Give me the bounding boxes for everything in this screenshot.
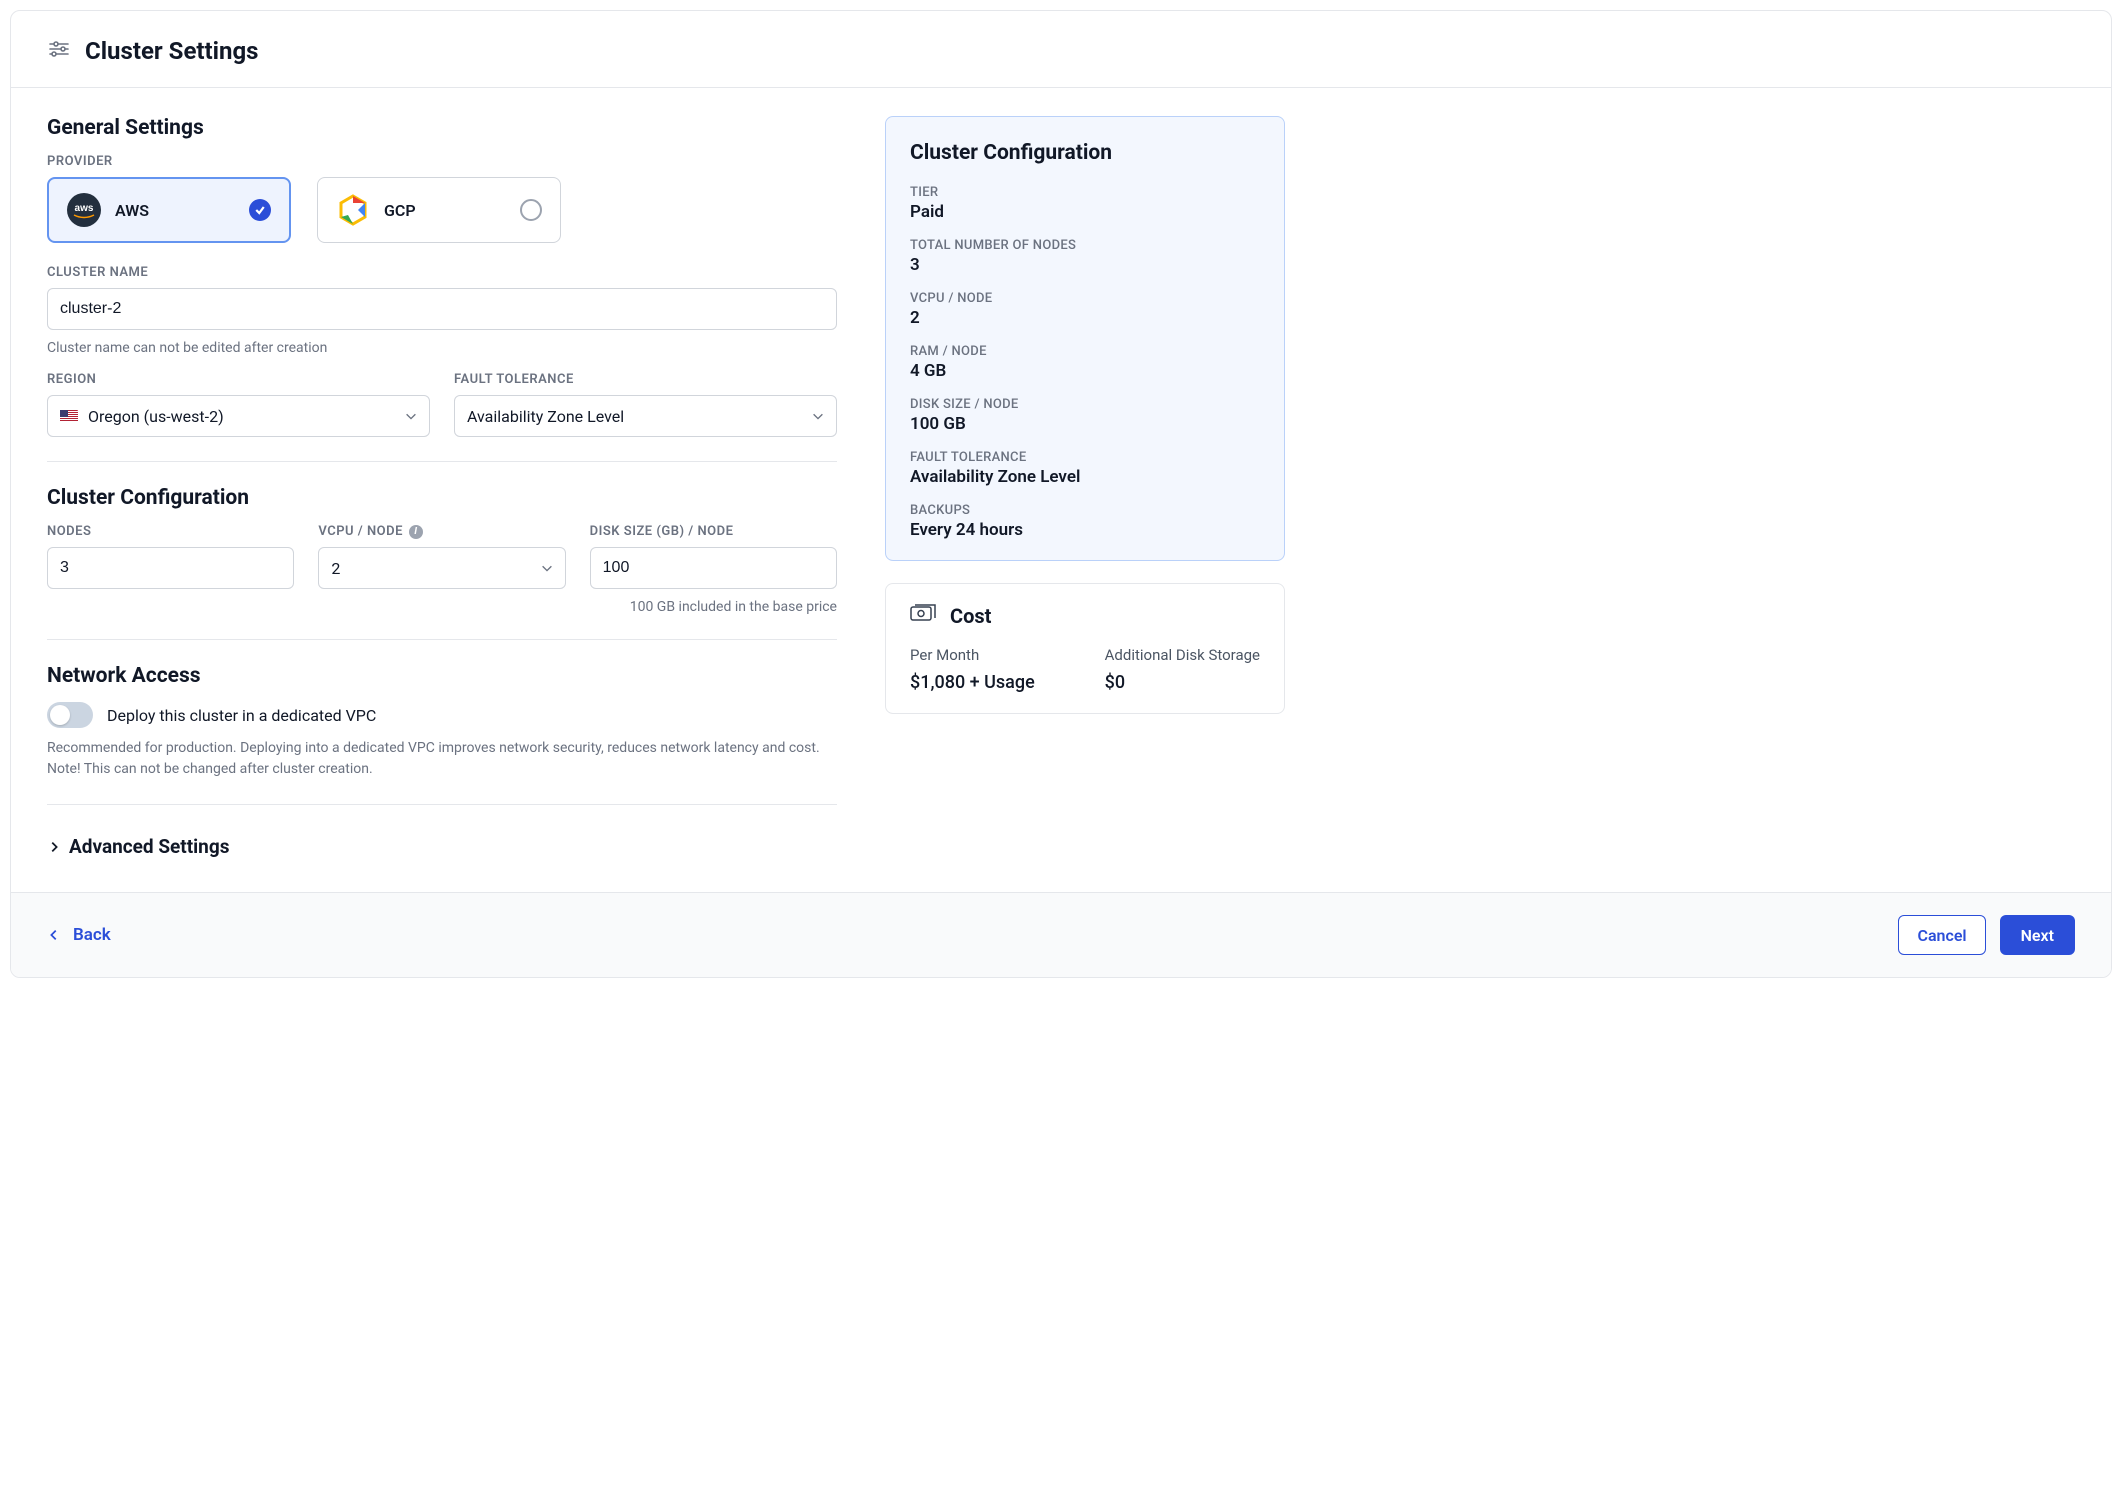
next-button[interactable]: Next	[2000, 915, 2075, 955]
vcpu-value: 2	[331, 559, 340, 578]
cost-per-month-value: $1,080 + Usage	[910, 672, 1081, 693]
region-label: Region	[47, 372, 430, 387]
provider-label: Provider	[47, 154, 837, 169]
radio-checked-icon	[249, 199, 271, 221]
summary-nodes-value: 3	[910, 255, 1260, 275]
summary-fault-value: Availability Zone Level	[910, 467, 1260, 487]
summary-backups-label: Backups	[910, 503, 1260, 518]
chevron-down-icon	[811, 409, 825, 423]
toggle-knob	[50, 705, 70, 725]
provider-option-aws[interactable]: aws AWS	[47, 177, 291, 243]
dedicated-vpc-label: Deploy this cluster in a dedicated VPC	[107, 706, 376, 725]
advanced-settings-label: Advanced Settings	[69, 835, 229, 858]
cost-disk-label: Additional Disk Storage	[1105, 646, 1260, 664]
cluster-settings-page: Cluster Settings General Settings Provid…	[10, 10, 2112, 978]
svg-text:aws: aws	[75, 203, 94, 214]
vcpu-label: vCPU / Node i	[318, 524, 565, 539]
summary-tier-value: Paid	[910, 202, 1260, 222]
cost-summary: Cost Per Month $1,080 + Usage Additional…	[885, 583, 1285, 714]
disk-size-label: Disk Size (GB) / Node	[590, 524, 837, 539]
provider-aws-label: AWS	[115, 201, 149, 220]
summary-title: Cluster Configuration	[910, 141, 1260, 165]
summary-disk-value: 100 GB	[910, 414, 1260, 434]
page-header: Cluster Settings	[11, 11, 2111, 88]
settings-form: General Settings Provider aws AWS G	[47, 116, 837, 864]
cluster-config-title: Cluster Configuration	[47, 486, 837, 510]
fault-tolerance-label: Fault Tolerance	[454, 372, 837, 387]
dedicated-vpc-toggle[interactable]	[47, 702, 93, 728]
back-label: Back	[73, 925, 111, 945]
page-footer: Back Cancel Next	[11, 892, 2111, 977]
cancel-button[interactable]: Cancel	[1898, 915, 1985, 955]
summary-tier-label: Tier	[910, 185, 1260, 200]
summary-backups-value: Every 24 hours	[910, 520, 1260, 540]
summary-nodes-label: Total Number of Nodes	[910, 238, 1260, 253]
region-select[interactable]: Oregon (us-west-2)	[47, 395, 430, 437]
back-button[interactable]: Back	[47, 925, 111, 945]
summary-fault-label: Fault Tolerance	[910, 450, 1260, 465]
cost-title: Cost	[950, 604, 991, 628]
cluster-config-summary: Cluster Configuration Tier Paid Total Num…	[885, 116, 1285, 561]
disk-size-input[interactable]	[590, 547, 837, 589]
summary-ram-label: RAM / Node	[910, 344, 1260, 359]
nodes-input[interactable]	[47, 547, 294, 589]
fault-tolerance-value: Availability Zone Level	[467, 407, 624, 426]
summary-vcpu-label: vCPU / Node	[910, 291, 1260, 306]
disk-size-hint: 100 GB included in the base price	[590, 599, 837, 615]
cluster-name-hint: Cluster name can not be edited after cre…	[47, 340, 837, 356]
flag-us-icon	[60, 410, 78, 422]
aws-icon: aws	[67, 193, 101, 227]
region-value: Oregon (us-west-2)	[88, 407, 224, 426]
cost-disk-value: $0	[1105, 672, 1260, 693]
summary-vcpu-value: 2	[910, 308, 1260, 328]
info-icon: i	[409, 525, 423, 539]
provider-gcp-label: GCP	[384, 201, 416, 220]
nodes-label: Nodes	[47, 524, 294, 539]
settings-icon	[47, 37, 71, 65]
chevron-left-icon	[47, 928, 61, 942]
provider-option-gcp[interactable]: GCP	[317, 177, 561, 243]
fault-tolerance-select[interactable]: Availability Zone Level	[454, 395, 837, 437]
dedicated-vpc-desc: Recommended for production. Deploying in…	[47, 738, 837, 780]
cost-icon	[910, 604, 936, 628]
page-title: Cluster Settings	[85, 37, 258, 65]
summary-panel: Cluster Configuration Tier Paid Total Num…	[885, 116, 1285, 864]
cluster-name-input[interactable]	[47, 288, 837, 330]
chevron-down-icon	[540, 561, 554, 575]
gcp-icon	[336, 193, 370, 227]
cluster-name-label: Cluster Name	[47, 265, 837, 280]
network-access-title: Network Access	[47, 664, 837, 688]
vcpu-select[interactable]: 2	[318, 547, 565, 589]
cost-per-month-label: Per Month	[910, 646, 1081, 664]
chevron-right-icon	[47, 840, 61, 854]
summary-disk-label: Disk Size / Node	[910, 397, 1260, 412]
chevron-down-icon	[404, 409, 418, 423]
advanced-settings-toggle[interactable]: Advanced Settings	[47, 829, 837, 864]
radio-unchecked-icon	[520, 199, 542, 221]
general-settings-title: General Settings	[47, 116, 837, 140]
summary-ram-value: 4 GB	[910, 361, 1260, 381]
